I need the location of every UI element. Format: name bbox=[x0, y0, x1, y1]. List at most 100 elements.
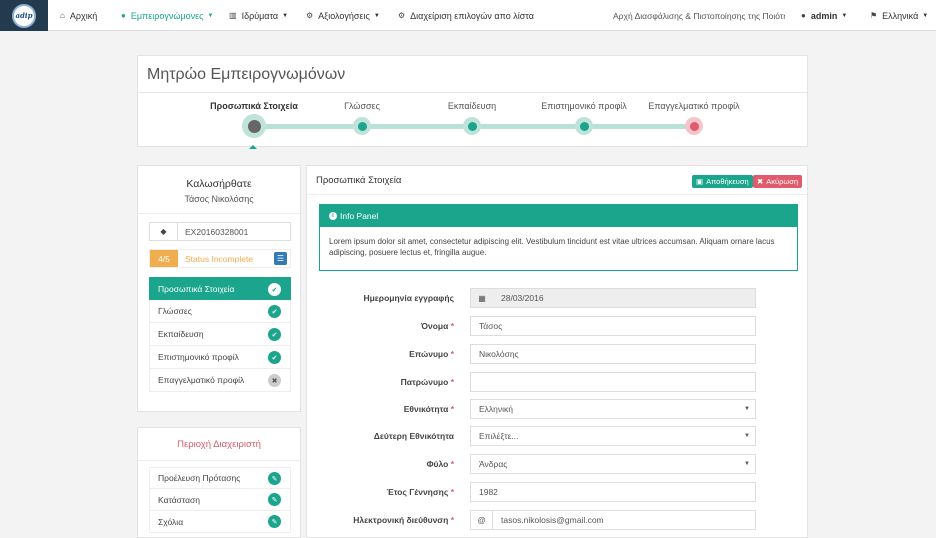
form-row-gender: Φύλο * Άνδρας ▼ bbox=[307, 454, 807, 474]
wizard-step-dot-complete bbox=[575, 117, 593, 135]
admin-item-status[interactable]: Κατάσταση ✎ bbox=[149, 489, 291, 511]
field-label: Επώνυμο * bbox=[409, 349, 454, 359]
section-nav: Προσωπικά Στοιχεία ✔ Γλώσσες ✔ Εκπαίδευσ… bbox=[149, 277, 291, 392]
field-value: Ελληνική bbox=[479, 404, 514, 414]
divider bbox=[138, 460, 300, 461]
chevron-down-icon: ▼ bbox=[841, 12, 848, 19]
expert-code-value: EX20160328001 bbox=[185, 226, 249, 237]
check-icon: ✔ bbox=[268, 283, 281, 296]
nationality-select[interactable]: Ελληνική ▼ bbox=[470, 399, 756, 419]
nav-list-management-label: Διαχείριση επιλογών απο λίστα bbox=[410, 10, 534, 21]
close-icon: ✖ bbox=[757, 177, 764, 186]
user-menu[interactable]: ● admin ▼ bbox=[801, 0, 847, 31]
wizard-step-dot-current bbox=[242, 114, 266, 138]
pencil-icon[interactable]: ✎ bbox=[268, 472, 281, 485]
form-row-nationality: Εθνικότητα * Ελληνική ▼ bbox=[307, 399, 807, 419]
user-menu-label: admin bbox=[810, 10, 838, 21]
flag-icon: ⚑ bbox=[870, 11, 878, 20]
father-name-field[interactable] bbox=[470, 372, 756, 392]
info-panel-text: Lorem ipsum dolor sit amet, consectetur … bbox=[329, 237, 775, 257]
nav-evaluations-label: Αξιολογήσεις bbox=[318, 10, 370, 21]
registration-date-field: ▦ 28/03/2016 bbox=[470, 288, 756, 308]
admin-area-panel: Περιοχή Διαχειριστή Προέλευση Πρότασης ✎… bbox=[137, 427, 301, 538]
cancel-button[interactable]: ✖ Ακύρωση bbox=[753, 175, 803, 188]
info-panel-title: Info Panel bbox=[340, 211, 379, 221]
wizard-pointer-icon bbox=[249, 145, 257, 149]
calendar-icon: ▦ bbox=[478, 293, 486, 303]
welcome-heading: Καλωσήρθατε bbox=[186, 178, 252, 190]
chevron-down-icon: ▼ bbox=[282, 12, 289, 19]
nav-list-management[interactable]: ⚙ Διαχείριση επιλογών απο λίστα bbox=[398, 0, 534, 31]
field-value: Νικολόσης bbox=[479, 349, 519, 359]
field-label: Δεύτερη Εθνικότητα bbox=[373, 431, 454, 441]
form-row-email: Ηλεκτρονική διεύθυνση * @ tasos.nikolosi… bbox=[307, 510, 807, 530]
institution-icon: ▥ bbox=[229, 11, 237, 20]
admin-list: Προέλευση Πρότασης ✎ Κατάσταση ✎ Σχόλια … bbox=[149, 467, 291, 533]
field-value: Άνδρας bbox=[479, 459, 508, 469]
sidebar-item-label: Γλώσσες bbox=[158, 306, 192, 316]
cogs-icon: ⚙ bbox=[306, 11, 314, 20]
admin-item-label: Προέλευση Πρότασης bbox=[158, 473, 241, 483]
chevron-down-icon: ▼ bbox=[373, 12, 380, 19]
home-icon: ⌂ bbox=[60, 11, 65, 20]
logo-mark: adip bbox=[12, 3, 36, 28]
list-icon[interactable]: ☰ bbox=[274, 252, 287, 265]
pencil-icon[interactable]: ✎ bbox=[268, 493, 281, 506]
profile-sidebar: Καλωσήρθατε Τάσος Νικολόσης ◆ EX20160328… bbox=[137, 165, 301, 412]
save-button-label: Αποθήκευση bbox=[706, 177, 749, 186]
sidebar-item-label: Επιστημονικό προφίλ bbox=[158, 352, 239, 362]
nav-home[interactable]: ⌂ Αρχική bbox=[60, 0, 97, 31]
nav-institutions[interactable]: ▥ Ιδρύματα ▼ bbox=[229, 0, 288, 31]
sidebar-item-professional[interactable]: Επαγγελματικό προφίλ ✖ bbox=[149, 369, 291, 392]
at-icon: @ bbox=[471, 511, 493, 529]
expert-code: ◆ EX20160328001 bbox=[149, 222, 291, 241]
field-label: Όνομα * bbox=[420, 321, 454, 331]
pencil-icon[interactable]: ✎ bbox=[268, 515, 281, 528]
language-menu[interactable]: ⚑ Ελληνικά ▼ bbox=[870, 0, 928, 31]
admin-item-comments[interactable]: Σχόλια ✎ bbox=[149, 511, 291, 533]
wizard-step-professional[interactable]: Επαγγελματικό προφίλ bbox=[629, 93, 759, 135]
wizard-step-education[interactable]: Εκπαίδευση bbox=[407, 93, 537, 135]
field-value: Επιλέξτε... bbox=[479, 431, 519, 441]
nav-experts-label: Εμπειρογνώμονες bbox=[130, 10, 204, 21]
field-label: Έτος Γέννησης * bbox=[386, 487, 455, 497]
sidebar-item-education[interactable]: Εκπαίδευση ✔ bbox=[149, 323, 291, 346]
admin-area-title: Περιοχή Διαχειριστή bbox=[177, 439, 261, 450]
sidebar-item-label: Επαγγελματικό προφίλ bbox=[158, 375, 245, 385]
gear-icon: ⚙ bbox=[398, 11, 406, 20]
form-row-first-name: Όνομα * Τάσος bbox=[307, 316, 807, 336]
info-panel: i Info Panel Lorem ipsum dolor sit amet,… bbox=[319, 204, 798, 271]
logo[interactable]: adip bbox=[0, 0, 48, 31]
page-title: Μητρώο Εμπειρογνωμόνων bbox=[147, 66, 346, 83]
personal-details-panel: Προσωπικά Στοιχεία ▣ Αποθήκευση ✖ Ακύρωσ… bbox=[306, 165, 808, 538]
org-title: Αρχή Διασφάλισης & Πιστοποίησης της Ποιό… bbox=[613, 10, 785, 21]
birth-year-field[interactable]: 1982 bbox=[470, 482, 756, 502]
first-name-field[interactable]: Τάσος bbox=[470, 316, 756, 336]
last-name-field[interactable]: Νικολόσης bbox=[470, 344, 756, 364]
user-name: Τάσος Νικολόσης bbox=[184, 194, 254, 204]
field-value: 28/03/2016 bbox=[501, 293, 544, 303]
registry-header-panel: Μητρώο Εμπειρογνωμόνων Προσωπικά Στοιχεί… bbox=[137, 55, 808, 147]
second-nationality-select[interactable]: Επιλέξτε... ▼ bbox=[470, 426, 756, 446]
sidebar-item-scientific[interactable]: Επιστημονικό προφίλ ✔ bbox=[149, 346, 291, 369]
progress-count: 4/5 bbox=[150, 250, 178, 267]
admin-item-proposal-origin[interactable]: Προέλευση Πρότασης ✎ bbox=[149, 467, 291, 489]
save-button[interactable]: ▣ Αποθήκευση bbox=[692, 175, 753, 188]
nav-experts[interactable]: ● Εμπειρογνώμονες ▼ bbox=[121, 0, 213, 31]
divider bbox=[307, 194, 807, 195]
nav-evaluations[interactable]: ⚙ Αξιολογήσεις ▼ bbox=[306, 0, 380, 31]
tag-icon: ◆ bbox=[150, 223, 178, 240]
top-navbar: adip ⌂ Αρχική ● Εμπειρογνώμονες ▼ ▥ Ιδρύ… bbox=[0, 0, 936, 31]
gender-select[interactable]: Άνδρας ▼ bbox=[470, 454, 756, 474]
sidebar-item-personal[interactable]: Προσωπικά Στοιχεία ✔ bbox=[149, 277, 291, 300]
check-icon: ✔ bbox=[268, 305, 281, 318]
panel-title: Προσωπικά Στοιχεία bbox=[316, 175, 402, 186]
chevron-down-icon: ▼ bbox=[922, 12, 929, 19]
sidebar-item-label: Εκπαίδευση bbox=[158, 329, 204, 339]
sidebar-item-languages[interactable]: Γλώσσες ✔ bbox=[149, 300, 291, 323]
wizard-step-label: Επαγγελματικό προφίλ bbox=[648, 101, 740, 111]
email-field[interactable]: @ tasos.nikolosis@gmail.com bbox=[470, 510, 756, 530]
status-badge: Status Incomplete bbox=[185, 253, 254, 264]
field-label: Ημερομηνία εγγραφής bbox=[363, 293, 454, 303]
chevron-down-icon: ▼ bbox=[744, 406, 750, 412]
